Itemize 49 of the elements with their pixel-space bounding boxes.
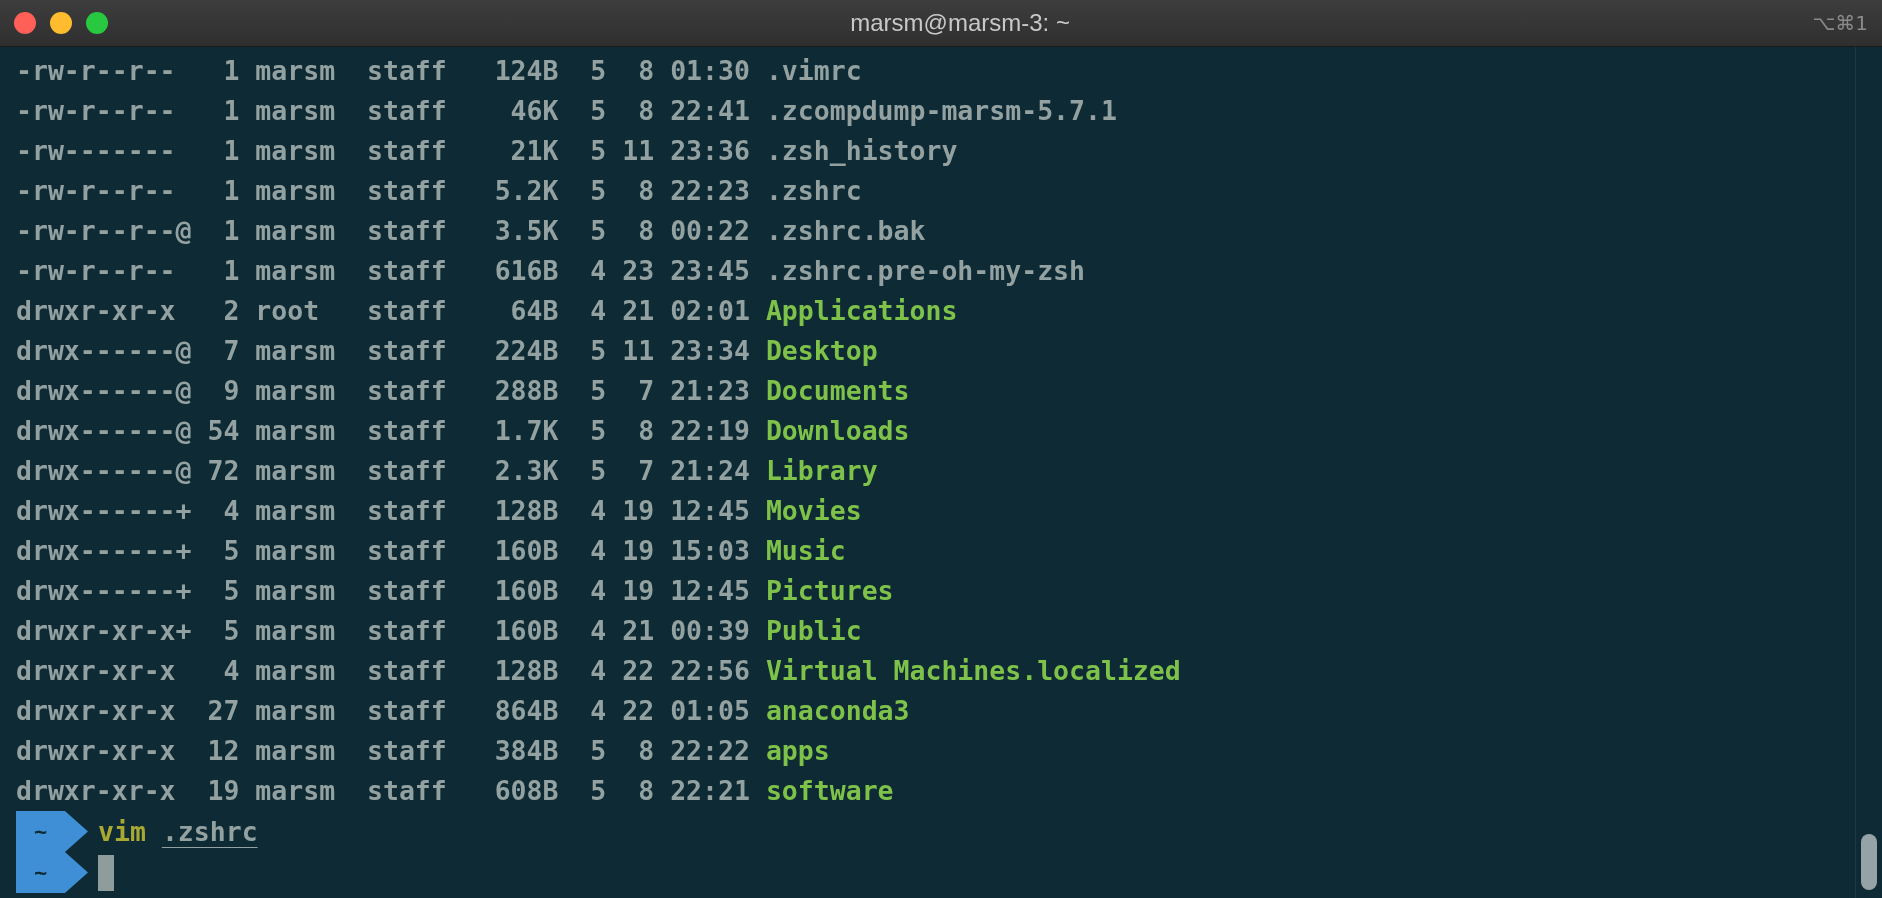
directory-name: Downloads: [765, 414, 910, 448]
command-text: vim: [98, 816, 146, 847]
file-name: .vimrc: [765, 54, 862, 88]
file-details: drwxr-xr-x 19 marsm staff 608B 5 8 22:21: [16, 774, 750, 808]
file-name: .zshrc: [765, 174, 862, 208]
file-details: drwxr-xr-x 4 marsm staff 128B 4 22 22:56: [16, 654, 750, 688]
file-details: -rw-r--r-- 1 marsm staff 5.2K 5 8 22:23: [16, 174, 750, 208]
file-details: drwxr-xr-x+ 5 marsm staff 160B 4 21 00:39: [16, 614, 750, 648]
directory-name: Public: [765, 614, 862, 648]
text-cursor: [98, 854, 114, 891]
file-name: .zcompdump-marsm-5.7.1: [765, 94, 1117, 128]
file-name: .zshrc.pre-oh-my-zsh: [765, 254, 1085, 288]
file-details: -rw-r--r-- 1 marsm staff 616B 4 23 23:45: [16, 254, 750, 288]
file-details: drwx------@ 72 marsm staff 2.3K 5 7 21:24: [16, 454, 750, 488]
file-details: drwxr-xr-x 27 marsm staff 864B 4 22 01:05: [16, 694, 750, 728]
file-details: -rw-r--r-- 1 marsm staff 46K 5 8 22:41: [16, 94, 750, 128]
file-name: .zsh_history: [765, 134, 958, 168]
file-details: -rw-r--r-- 1 marsm staff 124B 5 8 01:30: [16, 54, 750, 88]
prompt-segment: ~: [16, 811, 88, 852]
directory-name: Movies: [765, 494, 862, 528]
file-details: drwxr-xr-x 12 marsm staff 384B 5 8 22:22: [16, 734, 750, 768]
directory-name: Library: [765, 454, 878, 488]
file-details: -rw-r--r--@ 1 marsm staff 3.5K 5 8 00:22: [16, 214, 750, 248]
shortcut-label: ⌥⌘1: [1812, 11, 1868, 35]
maximize-icon[interactable]: [86, 12, 108, 34]
file-details: drwx------+ 5 marsm staff 160B 4 19 12:45: [16, 574, 750, 608]
directory-name: Pictures: [765, 574, 894, 608]
file-details: drwxr-xr-x 2 root staff 64B 4 21 02:01: [16, 294, 750, 328]
file-details: -rw------- 1 marsm staff 21K 5 11 23:36: [16, 134, 750, 168]
directory-name: apps: [765, 734, 830, 768]
directory-name: Desktop: [765, 334, 878, 368]
directory-name: Documents: [765, 374, 910, 408]
close-icon[interactable]: [14, 12, 36, 34]
file-name: .zshrc.bak: [765, 214, 926, 248]
file-details: drwx------@ 9 marsm staff 288B 5 7 21:23: [16, 374, 750, 408]
window-title: marsm@marsm-3: ~: [849, 9, 1071, 37]
directory-name: Music: [765, 534, 846, 568]
command-argument: .zshrc: [161, 816, 258, 847]
directory-name: Virtual Machines.localized: [765, 654, 1181, 688]
directory-name: software: [765, 774, 894, 808]
prompt-segment: ~: [16, 852, 88, 893]
file-details: drwx------@ 54 marsm staff 1.7K 5 8 22:19: [16, 414, 750, 448]
directory-name: Applications: [765, 294, 958, 328]
file-details: drwx------+ 5 marsm staff 160B 4 19 15:03: [16, 534, 750, 568]
file-details: drwx------@ 7 marsm staff 224B 5 11 23:34: [16, 334, 750, 368]
minimize-icon[interactable]: [50, 12, 72, 34]
file-details: drwx------+ 4 marsm staff 128B 4 19 12:45: [16, 494, 750, 528]
directory-name: anaconda3: [765, 694, 910, 728]
scrollbar-thumb[interactable]: [1861, 834, 1877, 890]
